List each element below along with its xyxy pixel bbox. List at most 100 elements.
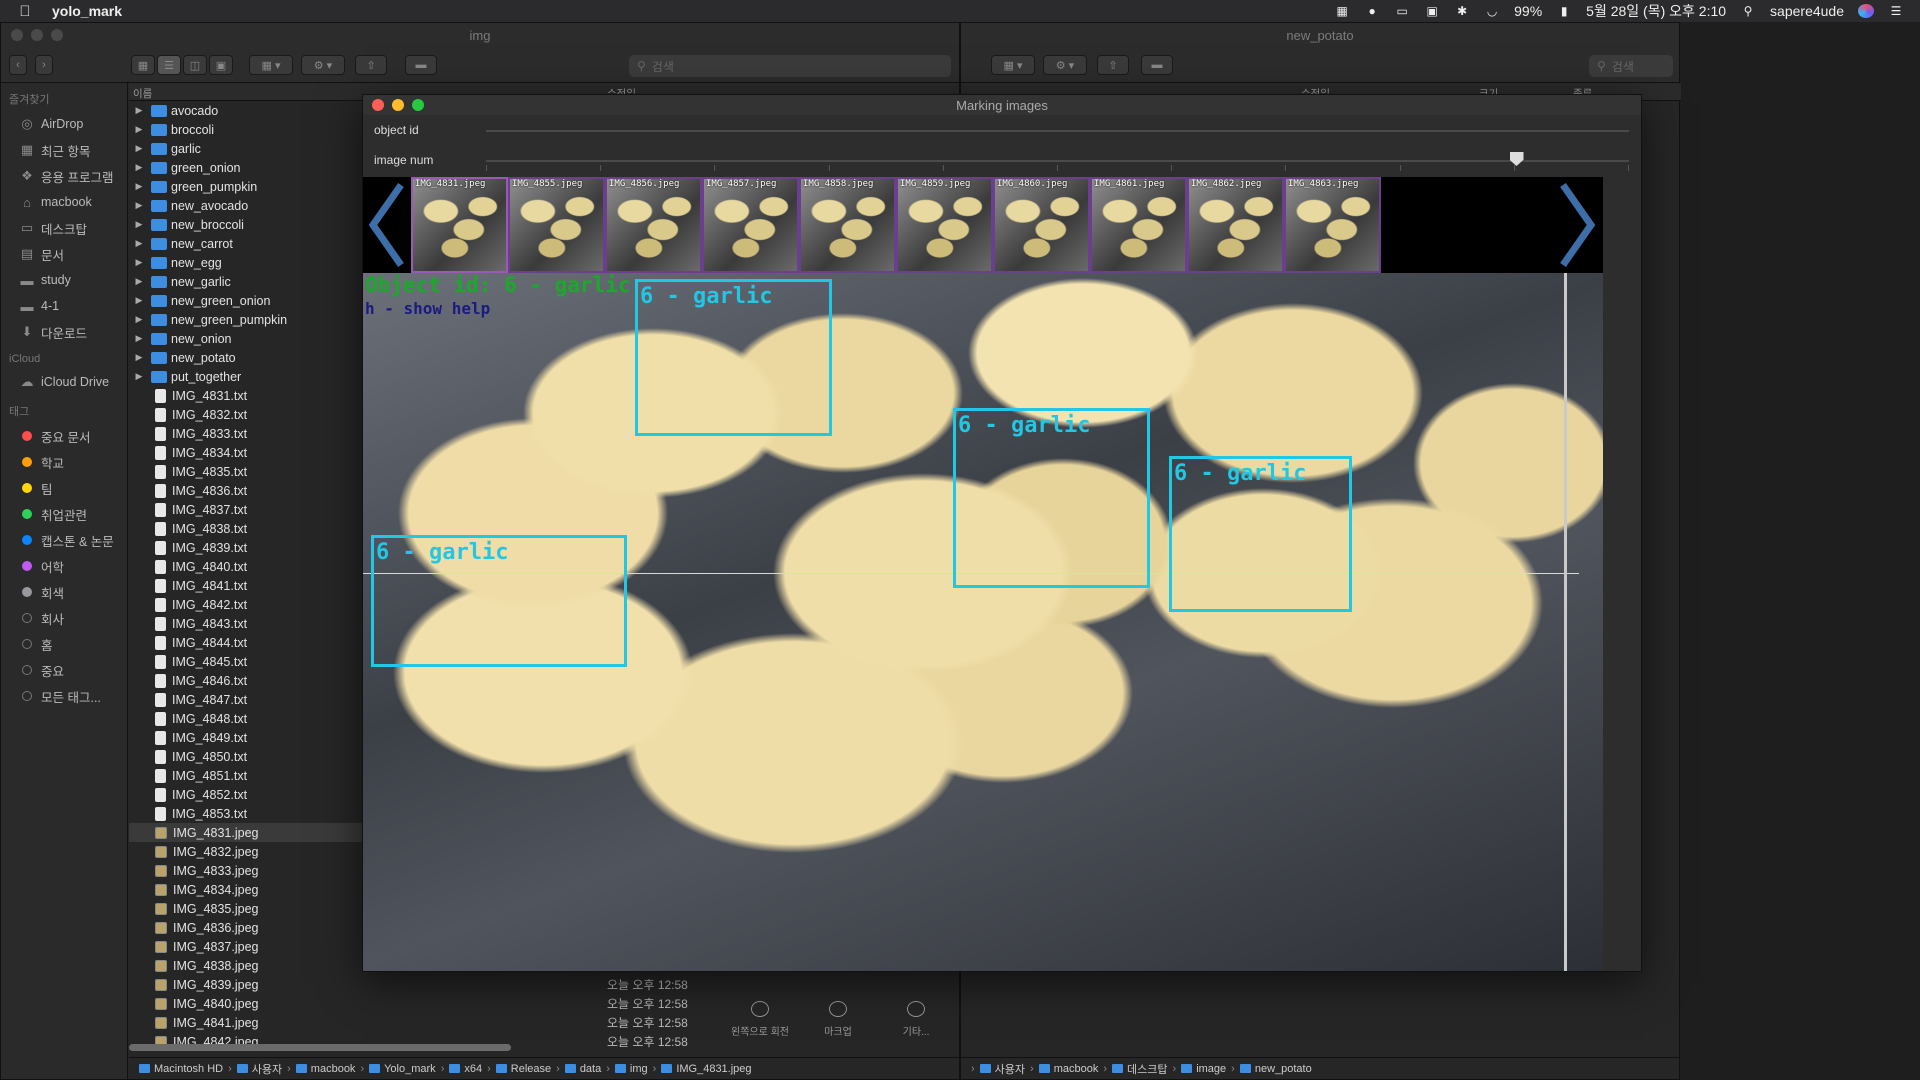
disclosure-triangle-icon[interactable]: ▶: [133, 371, 145, 382]
action-gear-button[interactable]: ⚙ ▾: [301, 55, 345, 75]
breadcrumb-item[interactable]: macbook: [295, 1063, 355, 1075]
disclosure-triangle-icon[interactable]: ▶: [133, 352, 145, 363]
image-thumbnail[interactable]: IMG_4856.jpeg: [605, 177, 702, 273]
breadcrumb-item[interactable]: x64: [449, 1063, 482, 1075]
group-button[interactable]: ▦ ▾: [249, 55, 293, 75]
spotlight-search-icon[interactable]: ⚲: [1740, 4, 1756, 18]
sidebar-tag-item[interactable]: 모든 태그...: [1, 683, 127, 709]
sidebar-item-icloud-drive[interactable]: ☁ iCloud Drive: [1, 369, 127, 395]
sidebar-item-study[interactable]: ▬ study: [1, 267, 127, 293]
finder-titlebar[interactable]: img: [1, 23, 959, 47]
sidebar-tag-item[interactable]: 취업관련: [1, 501, 127, 527]
breadcrumb-item[interactable]: Yolo_mark: [369, 1063, 436, 1075]
bluetooth-icon[interactable]: ✱: [1454, 4, 1470, 18]
sidebar-tag-item[interactable]: 학교: [1, 449, 127, 475]
tag-button[interactable]: ▬: [1141, 55, 1173, 75]
more-button[interactable]: 기타...: [877, 1001, 955, 1038]
wifi-icon[interactable]: ◡: [1484, 4, 1500, 18]
marker-titlebar[interactable]: Marking images: [363, 95, 1641, 115]
sidebar-item-airdrop[interactable]: ◎ AirDrop: [1, 111, 127, 137]
message-icon[interactable]: ●: [1364, 4, 1380, 18]
breadcrumb-item[interactable]: 데스크탑: [1112, 1061, 1168, 1077]
sidebar-item-documents[interactable]: ▤ 문서: [1, 241, 127, 267]
group-button[interactable]: ▦ ▾: [991, 55, 1035, 75]
marking-canvas[interactable]: 6 - garlic 6 - garlic 6 - garlic 6 - gar…: [363, 273, 1603, 971]
object-id-trackbar[interactable]: object id: [363, 115, 1641, 145]
image-num-track[interactable]: [486, 160, 1629, 162]
disclosure-triangle-icon[interactable]: ▶: [133, 200, 145, 211]
battery-percent[interactable]: 99%: [1514, 3, 1542, 19]
sidebar-tag-item[interactable]: 캡스톤 & 논문: [1, 527, 127, 553]
next-images-arrow-icon[interactable]: [1553, 177, 1601, 273]
image-thumbnail[interactable]: IMG_4861.jpeg: [1090, 177, 1187, 273]
file-row[interactable]: IMG_4839.jpeg 오늘 오후 12:58: [129, 975, 959, 994]
disclosure-triangle-icon[interactable]: ▶: [133, 105, 145, 116]
disclosure-triangle-icon[interactable]: ▶: [133, 238, 145, 249]
sidebar-tag-item[interactable]: 회사: [1, 605, 127, 631]
sidebar-item-applications[interactable]: ❖ 응용 프로그램: [1, 163, 127, 189]
breadcrumb-item[interactable]: new_potato: [1239, 1063, 1312, 1075]
search-field[interactable]: ⚲ 검색: [629, 55, 951, 77]
disclosure-triangle-icon[interactable]: ▶: [133, 143, 145, 154]
sidebar-item-macbook[interactable]: ⌂ macbook: [1, 189, 127, 215]
sidebar-tag-item[interactable]: 홈: [1, 631, 127, 657]
sidebar-item-downloads[interactable]: ⬇ 다운로드: [1, 319, 127, 345]
image-thumbnail[interactable]: IMG_4862.jpeg: [1187, 177, 1284, 273]
disclosure-triangle-icon[interactable]: ▶: [133, 257, 145, 268]
disclosure-triangle-icon[interactable]: ▶: [133, 162, 145, 173]
previous-images-arrow-icon[interactable]: [363, 177, 411, 273]
share-button[interactable]: ⇧: [355, 55, 387, 75]
sidebar-tag-item[interactable]: 팀: [1, 475, 127, 501]
disclosure-triangle-icon[interactable]: ▶: [133, 124, 145, 135]
bounding-box[interactable]: 6 - garlic: [371, 535, 627, 667]
bounding-box[interactable]: 6 - garlic: [1169, 456, 1352, 612]
action-gear-button[interactable]: ⚙ ▾: [1043, 55, 1087, 75]
breadcrumb-item[interactable]: Macintosh HD: [139, 1063, 223, 1075]
breadcrumb-item[interactable]: 사용자: [236, 1061, 282, 1077]
gallery-view-button[interactable]: ▣: [209, 55, 233, 75]
clock[interactable]: 5월 28일 (목) 오후 2:10: [1586, 1, 1726, 21]
siri-icon[interactable]: [1858, 4, 1874, 18]
breadcrumb-item[interactable]: image: [1181, 1063, 1226, 1075]
disclosure-triangle-icon[interactable]: ▶: [133, 219, 145, 230]
object-id-track[interactable]: [486, 130, 1629, 132]
bounding-box[interactable]: 6 - garlic: [953, 408, 1150, 588]
disclosure-triangle-icon[interactable]: ▶: [133, 295, 145, 306]
image-thumbnail[interactable]: IMG_4859.jpeg: [896, 177, 993, 273]
image-num-slider-thumb[interactable]: [1509, 152, 1524, 166]
column-header-name[interactable]: 이름: [133, 86, 152, 101]
sidebar-item-recents[interactable]: ▦ 최근 항목: [1, 137, 127, 163]
share-button[interactable]: ⇧: [1097, 55, 1129, 75]
image-thumbnail[interactable]: IMG_4858.jpeg: [799, 177, 896, 273]
sidebar-tag-item[interactable]: 어학: [1, 553, 127, 579]
search-field[interactable]: ⚲ 검색: [1589, 55, 1673, 77]
sidebar-tag-item[interactable]: 회색: [1, 579, 127, 605]
layout-icon[interactable]: ▦: [1334, 4, 1350, 18]
image-num-trackbar[interactable]: image num: [363, 145, 1641, 175]
tag-button[interactable]: ▬: [405, 55, 437, 75]
app-menu[interactable]: yolo_mark: [52, 3, 122, 19]
user-name[interactable]: sapere4ude: [1770, 3, 1844, 19]
disclosure-triangle-icon[interactable]: ▶: [133, 333, 145, 344]
rotate-left-button[interactable]: 왼쪽으로 회전: [721, 1001, 799, 1038]
breadcrumb-item[interactable]: 사용자: [979, 1061, 1025, 1077]
breadcrumb-item[interactable]: data: [564, 1063, 601, 1075]
image-thumbnail[interactable]: IMG_4863.jpeg: [1284, 177, 1381, 273]
icon-view-button[interactable]: ▦: [131, 55, 155, 75]
image-thumbnail[interactable]: IMG_4831.jpeg: [411, 177, 508, 273]
image-thumbnail[interactable]: IMG_4857.jpeg: [702, 177, 799, 273]
input-source-icon[interactable]: ▣: [1424, 4, 1440, 18]
markup-button[interactable]: 마크업: [799, 1001, 877, 1038]
finder-titlebar[interactable]: new_potato: [961, 23, 1679, 47]
sidebar-item-desktop[interactable]: ▭ 데스크탑: [1, 215, 127, 241]
column-view-button[interactable]: ◫: [183, 55, 207, 75]
disclosure-triangle-icon[interactable]: ▶: [133, 181, 145, 192]
sidebar-tag-item[interactable]: 중요 문서: [1, 423, 127, 449]
sidebar-item-4-1[interactable]: ▬ 4-1: [1, 293, 127, 319]
battery-icon[interactable]: ▮: [1556, 4, 1572, 18]
notification-center-icon[interactable]: ☰: [1888, 4, 1904, 18]
back-button[interactable]: ‹: [9, 55, 27, 75]
horizontal-scrollbar[interactable]: [129, 1044, 511, 1051]
breadcrumb-item[interactable]: Release: [495, 1063, 551, 1075]
breadcrumb-item[interactable]: macbook: [1038, 1063, 1098, 1075]
